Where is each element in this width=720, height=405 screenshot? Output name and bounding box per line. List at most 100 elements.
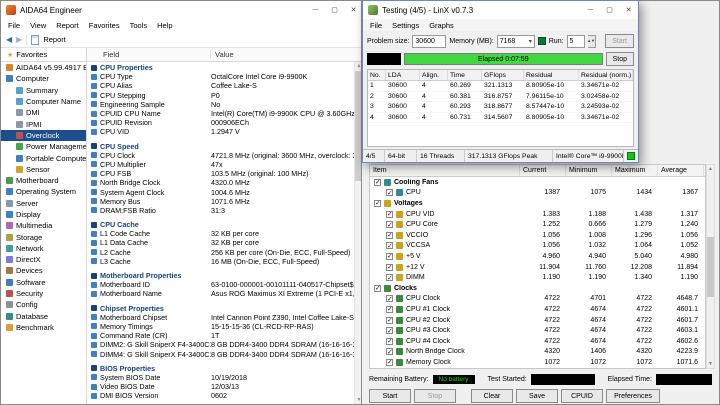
sensor-row[interactable]: CPU #3 Clock 4722 4674 4722 4603.1 (370, 325, 705, 336)
menu-item[interactable]: Settings (387, 21, 424, 30)
column-no[interactable]: No. (368, 70, 386, 80)
info-row[interactable]: Motherboard Chipset Intel Cannon Point Z… (87, 313, 354, 322)
sensor-row[interactable]: Memory Clock 1072 1072 1072 1071.6 (370, 357, 705, 368)
info-row[interactable]: Memory Bus 1071.6 MHz (87, 197, 354, 206)
info-row[interactable]: Engineering Sample No (87, 100, 354, 109)
info-row[interactable]: Memory Timings 15-15-15-36 (CL-RCD-RP-RA… (87, 322, 354, 331)
stability-button[interactable]: Start (369, 389, 411, 403)
info-row[interactable]: DIMM4: G Skill SniperX F4-3400C16-8GSXW … (87, 349, 354, 359)
sidebar-item[interactable]: Overclock (1, 129, 86, 142)
info-row[interactable]: CPU VID 1.2947 V (87, 127, 354, 136)
sensor-row[interactable]: North Bridge Clock 4320 1406 4320 4223.9 (370, 347, 705, 358)
stability-button[interactable]: Stop (414, 389, 456, 403)
sidebar-item[interactable]: AIDA64 v5.99.4917 Beta (1, 62, 86, 73)
sensor-row[interactable]: CPU Core 1.252 0.666 1.279 1.240 (370, 219, 705, 230)
sensor-checkbox[interactable] (386, 316, 393, 324)
sensor-checkbox[interactable] (386, 348, 393, 356)
sensor-checkbox[interactable] (386, 231, 393, 239)
maximize-button-icon[interactable] (325, 1, 344, 19)
info-row[interactable]: CPU Multiplier 47x (87, 160, 354, 169)
info-row[interactable]: Chipset Properties (87, 304, 354, 313)
info-row[interactable]: DIMM2: G Skill SniperX F4-3400C16-8GSXW … (87, 340, 354, 349)
info-row[interactable]: Motherboard Properties (87, 271, 354, 280)
scroll-up-icon[interactable]: ▲ (708, 166, 713, 172)
info-row[interactable]: CPU Type OctalCore Intel Core i9-9900K (87, 72, 354, 81)
sensor-row[interactable]: Clocks (370, 283, 705, 294)
info-row[interactable]: DRAM:FSB Ratio 31:3 (87, 206, 354, 215)
stability-button[interactable]: Clear (471, 389, 513, 403)
maximize-button-icon[interactable] (600, 1, 619, 19)
sidebar-item[interactable]: Computer Name (1, 96, 86, 107)
column-header-value[interactable]: Value (211, 50, 363, 59)
sidebar-item[interactable]: IPMI (1, 118, 86, 129)
sensor-checkbox[interactable] (386, 263, 393, 271)
info-row[interactable]: CPU FSB 103.5 MHz (original: 100 MHz) (87, 169, 354, 178)
scrollbar-thumb[interactable] (707, 236, 714, 297)
sidebar-item[interactable]: Devices (1, 265, 86, 276)
column-residual-norm[interactable]: Residual (norm.) (579, 70, 633, 80)
info-row[interactable] (87, 299, 354, 303)
minimize-button-icon[interactable] (306, 1, 325, 19)
info-row[interactable]: Motherboard ID 63-0100-000001-00101111-0… (87, 280, 354, 289)
sidebar-item[interactable]: Sensor (1, 164, 86, 175)
memory-select[interactable]: 7168 (496, 34, 535, 48)
result-row[interactable]: 1 30600 4 60.269 321.1313 8.80905e-10 3.… (368, 81, 633, 92)
column-gflops[interactable]: GFlops (482, 70, 524, 80)
stability-button[interactable]: Preferences (606, 389, 660, 403)
menu-item[interactable]: Favorites (84, 21, 125, 30)
sensor-checkbox[interactable] (386, 252, 393, 260)
sensor-row[interactable]: CPU #4 Clock 4722 4674 4722 4602.6 (370, 336, 705, 347)
info-row[interactable]: CPU Cache (87, 220, 354, 229)
sensor-checkbox[interactable] (386, 295, 393, 303)
sidebar-item[interactable]: Computer (1, 73, 86, 84)
stability-button[interactable]: CPUID (561, 389, 603, 403)
sensor-row[interactable]: CPU Clock 4722 4701 4722 4648.7 (370, 294, 705, 305)
info-row[interactable]: CPUID CPU Name Intel(R) Core(TM) i9-9900… (87, 109, 354, 118)
sidebar-item[interactable]: DMI (1, 107, 86, 118)
info-row[interactable] (87, 137, 354, 141)
forward-icon[interactable]: ▶ (16, 35, 22, 44)
sensor-row[interactable]: CPU #1 Clock 4722 4674 4722 4601.1 (370, 304, 705, 315)
sidebar-item[interactable]: Server (1, 198, 86, 209)
info-row[interactable]: CPU Properties (87, 63, 354, 72)
sensor-row[interactable]: CPU 1387 1075 1434 1367 (370, 188, 705, 199)
sensor-scrollbar[interactable]: ▲ ▼ (706, 164, 715, 369)
info-row[interactable] (87, 359, 354, 363)
sidebar-item[interactable]: Summary (1, 85, 86, 96)
scroll-down-icon[interactable]: ▼ (708, 361, 713, 367)
info-row[interactable]: Command Rate (CR) 1T (87, 331, 354, 340)
sidebar-item[interactable]: Display (1, 209, 86, 220)
info-row[interactable]: DMI BIOS Version 0602 (87, 391, 354, 400)
sidebar-item[interactable]: DirectX (1, 254, 86, 265)
sensor-checkbox[interactable] (386, 242, 393, 250)
result-row[interactable]: 2 30600 4 60.381 316.8757 7.96115e-10 3.… (368, 92, 633, 102)
sidebar-item[interactable]: Storage (1, 231, 86, 242)
sensor-checkbox[interactable] (386, 305, 393, 313)
spinner-icon[interactable]: ▲▼ (587, 34, 596, 48)
problem-size-input[interactable]: 30600 (412, 34, 447, 48)
sidebar-item[interactable]: Security (1, 288, 86, 299)
sensor-checkbox[interactable] (386, 210, 393, 218)
info-row[interactable]: CPU Stepping P0 (87, 91, 354, 100)
column-lda[interactable]: LDA (386, 70, 420, 80)
minimize-button-icon[interactable] (581, 1, 600, 19)
sensor-checkbox[interactable] (374, 284, 381, 292)
info-row[interactable]: L2 Cache 256 KB per core (On-Die, ECC, F… (87, 248, 354, 257)
sidebar-item[interactable]: Config (1, 299, 86, 310)
sensor-row[interactable]: CPU VID 1.383 1.188 1.438 1.317 (370, 209, 705, 220)
column-item[interactable]: Item (370, 165, 520, 176)
info-row[interactable]: CPU Clock 4721.8 MHz (original: 3600 MHz… (87, 151, 354, 160)
result-row[interactable]: 3 30600 4 60.293 318.8677 8.57447e-10 3.… (368, 102, 633, 113)
sensor-checkbox[interactable] (386, 221, 393, 229)
info-row[interactable]: Video BIOS Date 12/03/13 (87, 382, 354, 391)
info-row[interactable]: CPU Alias Coffee Lake-S (87, 81, 354, 90)
menu-item[interactable]: Tools (125, 21, 153, 30)
sidebar-item[interactable]: Power Management (1, 141, 86, 152)
column-time[interactable]: Time (448, 70, 482, 80)
stability-button[interactable]: Save (516, 389, 558, 403)
info-row[interactable]: L1 Code Cache 32 KB per core (87, 229, 354, 238)
stop-button[interactable]: Stop (605, 52, 634, 66)
info-row[interactable] (87, 400, 354, 404)
info-row[interactable]: CPUID Revision 000906ECh (87, 118, 354, 127)
sensor-checkbox[interactable] (386, 327, 393, 335)
